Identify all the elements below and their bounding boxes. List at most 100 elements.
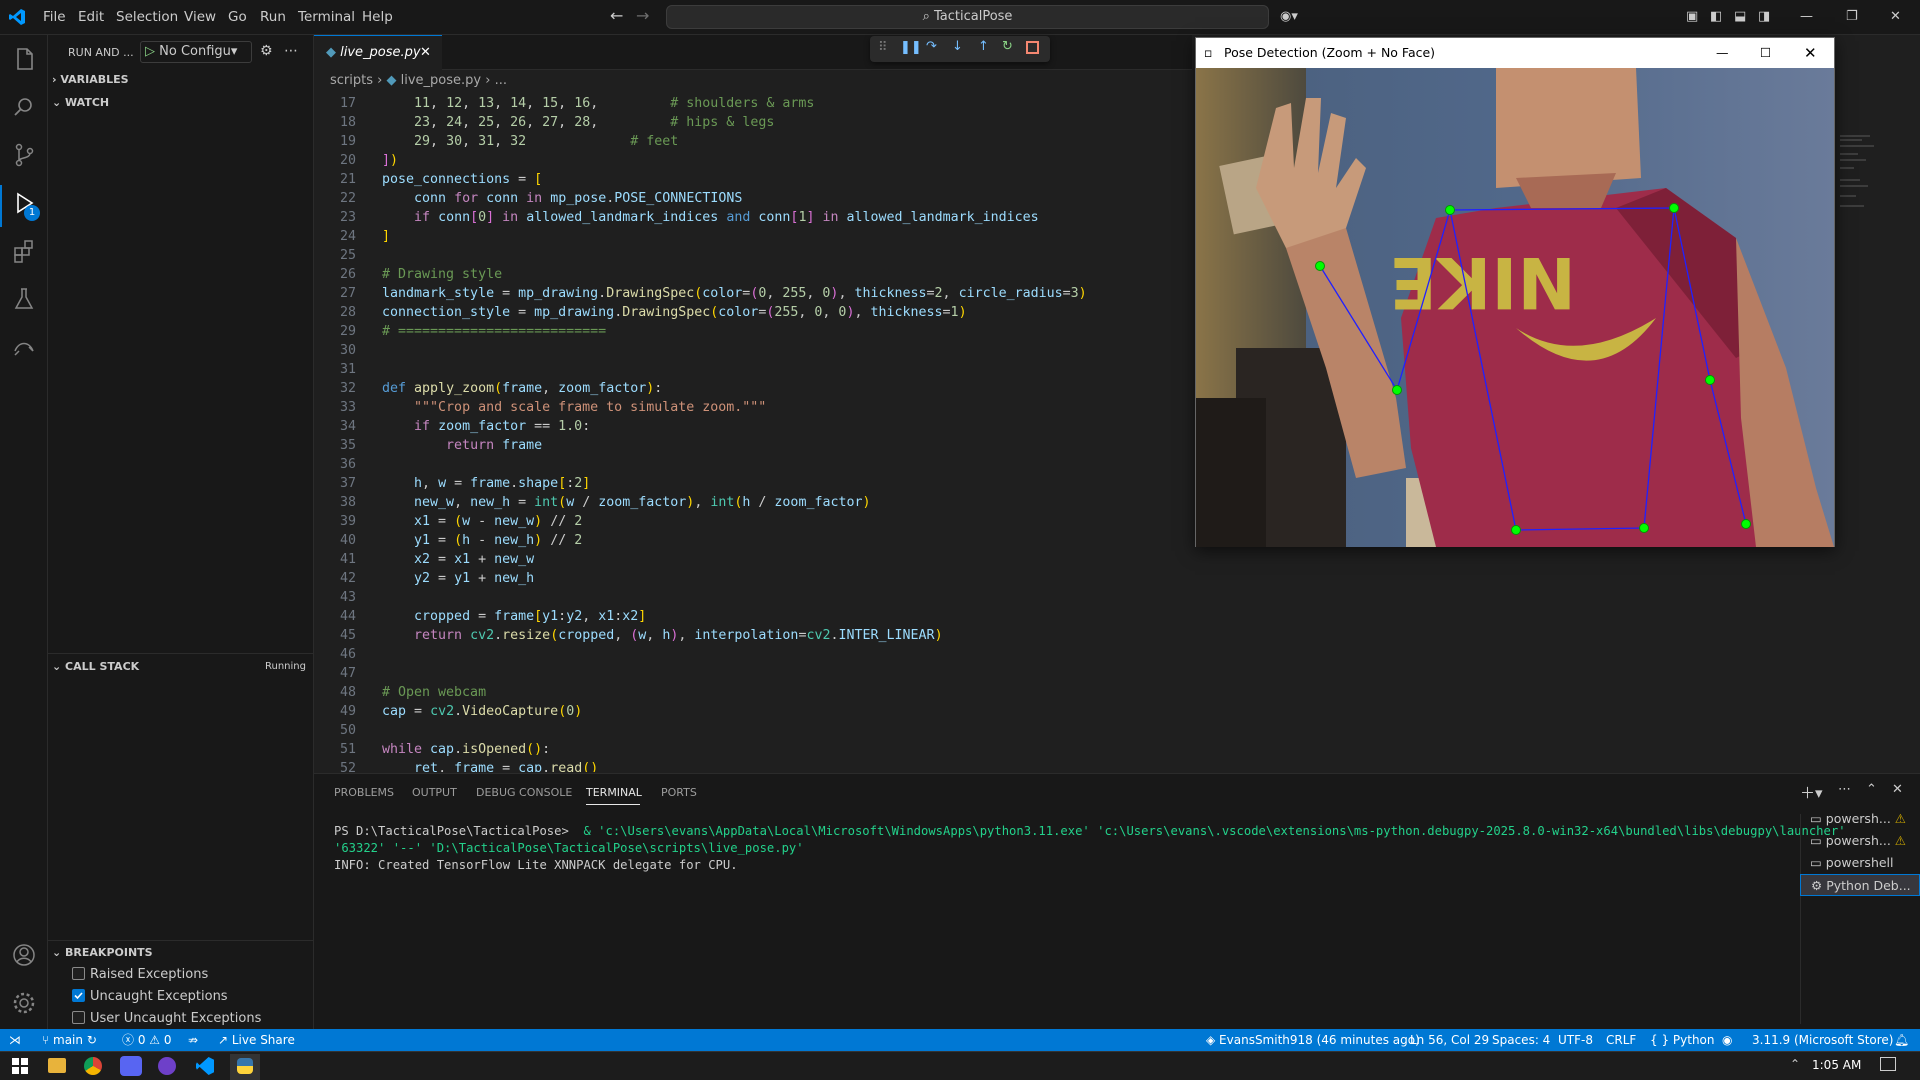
debug-config-select[interactable]: ▷ No Configu▾ — [140, 41, 252, 63]
terminal-list-item[interactable]: ▭ powershell — [1810, 852, 1894, 874]
breakpoint-uncaught-exceptions[interactable]: Uncaught Exceptions — [72, 986, 228, 1008]
menu-edit[interactable]: Edit — [78, 0, 104, 35]
tab-output[interactable]: OUTPUT — [412, 786, 457, 799]
close-icon[interactable]: ✕ — [1804, 38, 1817, 68]
copilot-status-icon[interactable]: ◉ — [1722, 1029, 1732, 1051]
menu-go[interactable]: Go — [228, 0, 247, 35]
code-line: 29, 30, 31, 32 # feet — [414, 134, 679, 149]
breakpoints-section-header[interactable]: ⌄ BREAKPOINTS — [52, 942, 153, 964]
maximize-panel-icon[interactable]: ⌃ — [1866, 782, 1877, 797]
vscode-taskbar-icon[interactable] — [196, 1057, 214, 1075]
checkbox[interactable] — [72, 1011, 85, 1024]
toggle-secondary-sidebar-icon[interactable]: ◨ — [1758, 9, 1770, 24]
encoding[interactable]: UTF-8 — [1558, 1029, 1593, 1051]
more-actions-icon[interactable]: ⋯ — [284, 43, 298, 59]
pose-detection-window[interactable]: ▫ Pose Detection (Zoom + No Face) — ☐ ✕ — [1195, 37, 1835, 547]
terminal-list-item[interactable]: ▭ powersh... ⚠ — [1810, 830, 1906, 852]
menu-view[interactable]: View — [184, 0, 216, 35]
debug-launch-icon[interactable]: ⇏ — [188, 1029, 198, 1051]
tab-problems[interactable]: PROBLEMS — [334, 786, 394, 799]
notifications-bell-icon[interactable]: 🔔︎ — [1894, 1029, 1909, 1051]
code-editor[interactable]: 17 18 19 20 21 22 23 24 25 26 27 28 29 30 31 32 33 34 35 36… — [314, 92, 1194, 772]
copilot-icon[interactable]: ◉▾ — [1280, 9, 1298, 24]
discord-icon[interactable] — [120, 1056, 142, 1076]
breakpoint-raised-exceptions[interactable]: Raised Exceptions — [72, 964, 208, 986]
tray-chevron-icon[interactable]: ⌃ — [1790, 1057, 1800, 1071]
source-control-icon[interactable] — [10, 141, 38, 169]
end-of-line[interactable]: CRLF — [1606, 1029, 1636, 1051]
restart-icon[interactable]: ↻ — [1002, 39, 1013, 54]
tab-terminal[interactable]: TERMINAL — [586, 786, 642, 799]
watch-section-header[interactable]: ⌄ WATCH — [52, 92, 109, 114]
tab-live-pose[interactable]: ◆ live_pose.py ✕ — [314, 35, 442, 70]
checkbox-checked[interactable] — [72, 989, 85, 1002]
git-blame-status[interactable]: ◈ EvansSmith918 (46 minutes ago) — [1206, 1029, 1420, 1051]
restore-icon[interactable]: ❐ — [1846, 9, 1858, 24]
minimize-icon[interactable]: — — [1716, 38, 1729, 68]
call-stack-section-header[interactable]: ⌄ CALL STACK — [52, 656, 139, 678]
command-center-search[interactable]: ⌕ TacticalPose — [666, 5, 1269, 29]
tab-debug-console[interactable]: DEBUG CONSOLE — [476, 786, 572, 799]
clock[interactable]: 1:05 AM — [1812, 1058, 1861, 1072]
language-mode[interactable]: { } Python — [1650, 1029, 1715, 1051]
breadcrumb-file[interactable]: live_pose.py — [401, 73, 481, 88]
variables-section-header[interactable]: › VARIABLES — [52, 69, 129, 91]
close-tab-icon[interactable]: ✕ — [420, 36, 431, 70]
indentation[interactable]: Spaces: 4 — [1492, 1029, 1550, 1051]
line-number: 34 — [339, 419, 356, 434]
menu-help[interactable]: Help — [362, 0, 393, 35]
menu-selection[interactable]: Selection — [116, 0, 178, 35]
more-actions-icon[interactable]: ⋯ — [1838, 782, 1851, 797]
close-panel-icon[interactable]: ✕ — [1892, 782, 1903, 797]
breadcrumb-folder[interactable]: scripts — [330, 73, 373, 88]
github-desktop-icon[interactable] — [158, 1057, 176, 1075]
terminal-list-item-active[interactable]: ⚙ Python Deb... — [1800, 874, 1920, 896]
remote-explorer-icon[interactable] — [10, 333, 38, 361]
step-into-icon[interactable]: ↓ — [952, 39, 963, 54]
settings-gear-icon[interactable] — [10, 989, 38, 1017]
testing-icon[interactable] — [10, 285, 38, 313]
toggle-panel-icon[interactable]: ⬓ — [1734, 9, 1746, 24]
forward-arrow-icon[interactable]: → — [636, 6, 649, 25]
maximize-icon[interactable]: ☐ — [1760, 38, 1771, 68]
new-terminal-icon[interactable]: ＋▾ — [1800, 782, 1823, 803]
debug-settings-gear-icon[interactable]: ⚙ — [260, 43, 273, 59]
tab-ports[interactable]: PORTS — [661, 786, 697, 799]
pause-icon[interactable]: ❚❚ — [900, 40, 922, 55]
minimize-icon[interactable]: — — [1800, 9, 1813, 24]
python-taskbar-item[interactable] — [230, 1054, 260, 1080]
back-arrow-icon[interactable]: ← — [610, 6, 623, 25]
branch-status[interactable]: ⑂ main ↻ — [42, 1029, 97, 1051]
extensions-icon[interactable] — [10, 237, 38, 265]
explorer-icon[interactable] — [10, 45, 38, 73]
live-share-status[interactable]: ↗ Live Share — [218, 1029, 295, 1051]
file-explorer-icon[interactable] — [48, 1058, 66, 1073]
step-out-icon[interactable]: ↑ — [978, 39, 989, 54]
start-debug-icon[interactable]: ▷ — [145, 44, 155, 59]
account-icon[interactable] — [10, 941, 38, 969]
search-icon[interactable] — [10, 93, 38, 121]
stop-icon[interactable] — [1026, 41, 1039, 54]
menu-run[interactable]: Run — [260, 0, 286, 35]
line-number: 28 — [339, 305, 356, 320]
toggle-sidebar-icon[interactable]: ◧ — [1710, 9, 1722, 24]
customize-layout-icon[interactable]: ▣ — [1686, 9, 1698, 24]
terminal-list-item[interactable]: ▭ powersh... ⚠ — [1810, 808, 1906, 830]
menu-terminal[interactable]: Terminal — [298, 0, 355, 35]
minimap[interactable] — [1840, 130, 1880, 220]
windows-start-icon[interactable] — [12, 1058, 28, 1074]
drag-handle-icon[interactable]: ⠿ — [878, 40, 888, 55]
problems-status[interactable]: ⓧ 0 ⚠ 0 — [122, 1029, 172, 1051]
cursor-position[interactable]: Ln 56, Col 29 — [1410, 1029, 1489, 1051]
checkbox[interactable] — [72, 967, 85, 980]
python-interpreter[interactable]: 3.11.9 (Microsoft Store) — [1752, 1029, 1894, 1051]
close-window-icon[interactable]: ✕ — [1890, 9, 1901, 24]
notification-center-icon[interactable] — [1880, 1057, 1896, 1071]
remote-indicator-icon[interactable]: ⋊ — [0, 1029, 30, 1051]
menu-file[interactable]: File — [43, 0, 66, 35]
breadcrumb-symbol[interactable]: ... — [495, 73, 507, 88]
pose-window-titlebar[interactable]: ▫ Pose Detection (Zoom + No Face) — ☐ ✕ — [1196, 38, 1834, 68]
chrome-icon[interactable] — [84, 1057, 102, 1075]
step-over-icon[interactable]: ↷ — [926, 39, 937, 54]
breakpoint-user-uncaught-exceptions[interactable]: User Uncaught Exceptions — [72, 1008, 261, 1030]
